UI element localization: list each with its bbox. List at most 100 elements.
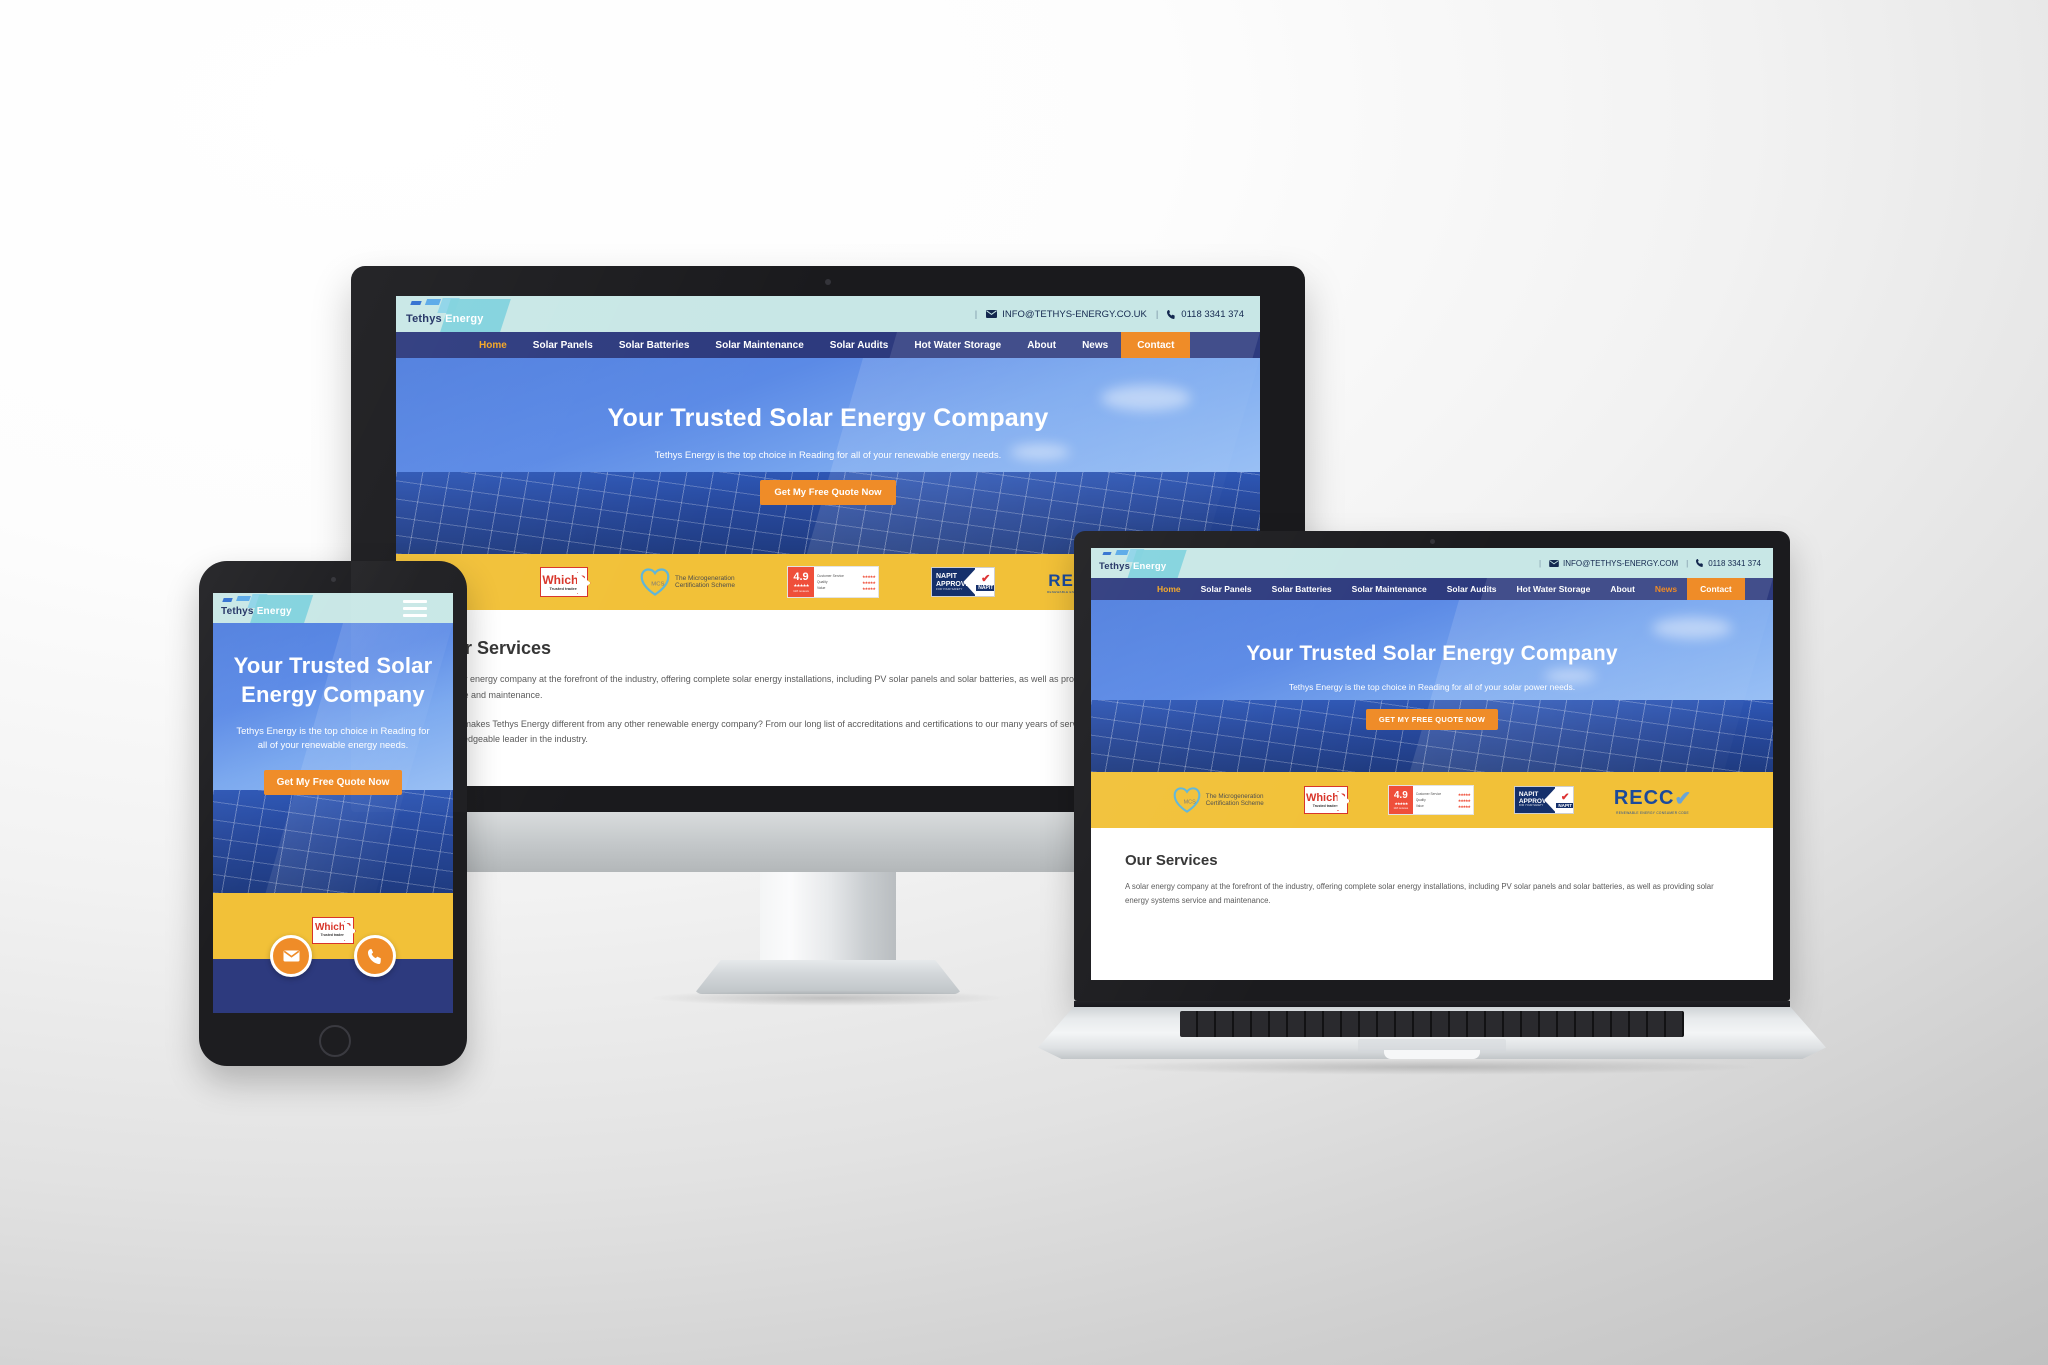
nav-item-news[interactable]: News — [1645, 578, 1687, 600]
envelope-icon — [986, 310, 998, 318]
mcs-heart-icon: MCS — [640, 568, 670, 596]
logo-wordmark: Tethys Energy — [221, 606, 292, 617]
which-wordmark: Which? — [314, 922, 352, 933]
mobile-screen: Tethys Energy Your Trusted Solar Energy … — [213, 593, 453, 1013]
desktop-top-contact-bar: Tethys Energy | INFO@TETHYS-ENERGY.CO.UK… — [396, 296, 1260, 341]
envelope-icon — [283, 950, 299, 962]
hero-title: Your Trusted Solar Energy Company — [1246, 642, 1618, 665]
laptop-phone-link[interactable]: 0118 3341 374 — [1696, 559, 1761, 568]
home-button-icon[interactable] — [319, 1025, 351, 1057]
nav-item-solar-maintenance[interactable]: Solar Maintenance — [1342, 578, 1437, 600]
mobile-hero: Your Trusted Solar Energy Company Tethys… — [213, 623, 453, 893]
nav-item-hot-water-storage[interactable]: Hot Water Storage — [1507, 578, 1601, 600]
services-paragraph-1: A solar energy company at the forefront … — [1125, 882, 1714, 906]
nav-item-about[interactable]: About — [1600, 578, 1645, 600]
laptop-email-link[interactable]: INFO@TETHYS-ENERGY.COM — [1549, 559, 1678, 568]
review-row: Customer Service ★★★★★ — [816, 573, 876, 579]
napit-approved-text: NAPIT APPROVED FOR YOUR SAFETY — [1514, 787, 1556, 813]
monitor-stand-base — [694, 960, 962, 994]
napit-tick-icon: ✔ — [1561, 791, 1570, 803]
phone-icon — [1167, 309, 1175, 319]
mcs-text: The Microgeneration Certification Scheme — [675, 574, 735, 589]
which-subtext: Trusted traders — [549, 585, 579, 591]
nav-item-contact[interactable]: Contact — [1687, 578, 1745, 600]
nav-item-solar-batteries[interactable]: Solar Batteries — [606, 332, 703, 358]
review-score-value: 4.9 — [793, 570, 809, 583]
logo-shard-small-icon — [1102, 552, 1112, 555]
svg-text:MCS: MCS — [651, 582, 664, 588]
desktop-email-link[interactable]: INFO@TETHYS-ENERGY.CO.UK — [986, 309, 1147, 320]
mcs-badge: MCS The Microgeneration Certification Sc… — [1173, 787, 1264, 813]
nav-item-home[interactable]: Home — [1147, 578, 1191, 600]
mcs-text: The Microgeneration Certification Scheme — [1205, 792, 1264, 807]
review-count: 118 reviews — [793, 588, 809, 593]
napit-tick-icon: ✔ — [981, 572, 991, 585]
nav-item-news[interactable]: News — [1069, 332, 1121, 358]
hero-title: Your Trusted Solar Energy Company — [607, 404, 1049, 432]
recc-subtext: RENEWABLE ENERGY CONSUMER CODE — [1616, 810, 1689, 815]
hero-subtitle: Tethys Energy is the top choice in Readi… — [654, 450, 1002, 461]
laptop-shadow — [1098, 1059, 1766, 1075]
hero-quote-button[interactable]: GET MY FREE QUOTE NOW — [1365, 709, 1499, 730]
hero-subtitle: Tethys Energy is the top choice in Readi… — [236, 726, 430, 752]
review-row: Customer Service ★★★★★ — [1415, 792, 1471, 797]
review-score-panel: 4.9 ★★★★★ 118 reviews — [787, 567, 814, 597]
laptop-phone-text: 0118 3341 374 — [1708, 558, 1761, 568]
desktop-navigation: Home Solar Panels Solar Batteries Solar … — [396, 332, 1260, 358]
email-fab-button[interactable] — [270, 935, 312, 977]
laptop-email-text: INFO@TETHYS-ENERGY.COM — [1563, 558, 1679, 568]
desktop-phone-link[interactable]: 0118 3341 374 — [1167, 309, 1244, 320]
webcam-icon — [825, 279, 831, 285]
nav-item-home[interactable]: Home — [466, 332, 520, 358]
nav-item-about[interactable]: About — [1014, 332, 1069, 358]
nav-item-solar-panels[interactable]: Solar Panels — [1191, 578, 1262, 600]
desktop-hero-content: Your Trusted Solar Energy Company Tethys… — [396, 358, 1260, 505]
review-score-badge: 4.9 ★★★★★ 118 reviews Customer Service ★★… — [1387, 785, 1474, 815]
mcs-badge: MCS The Microgeneration Certification Sc… — [640, 568, 735, 596]
logo-wordmark: Tethys Energy — [406, 313, 484, 325]
laptop-lid: Tethys Energy | INFO@TETHYS-ENERGY.COM | — [1074, 531, 1790, 1001]
nav-item-solar-maintenance[interactable]: Solar Maintenance — [702, 332, 816, 358]
which-wordmark: Which? — [1305, 791, 1346, 804]
hero-quote-button[interactable]: Get My Free Quote Now — [263, 769, 403, 795]
review-breakdown: Customer Service ★★★★★ Quality ★★★★★ Value… — [1413, 786, 1473, 814]
nav-item-solar-audits[interactable]: Solar Audits — [1437, 578, 1507, 600]
nav-item-solar-batteries[interactable]: Solar Batteries — [1262, 578, 1342, 600]
which-trusted-trader-badge: Which? Trusted traders — [1303, 786, 1348, 814]
services-heading: Our Services — [1125, 852, 1218, 869]
napit-approved-badge: NAPIT APPROVED FOR YOUR SAFETY ✔ NAPIT — [1513, 786, 1574, 814]
logo-shard-mid-icon — [236, 596, 251, 601]
nav-item-solar-audits[interactable]: Solar Audits — [817, 332, 902, 358]
napit-mark: ✔ NAPIT — [1555, 787, 1573, 813]
laptop-top-contact-bar: Tethys Energy | INFO@TETHYS-ENERGY.COM | — [1091, 548, 1773, 585]
laptop-hero-content: Your Trusted Solar Energy Company Tethys… — [1091, 600, 1773, 730]
mobile-website: Tethys Energy Your Trusted Solar Energy … — [213, 593, 453, 1013]
desktop-contact-info: | INFO@TETHYS-ENERGY.CO.UK | 0118 3341 3… — [975, 309, 1244, 320]
laptop-logo[interactable]: Tethys Energy — [1091, 548, 1187, 585]
review-row: Value ★★★★★ — [816, 585, 876, 591]
recc-tick-icon: ✔ — [1674, 787, 1692, 810]
burger-line — [403, 606, 427, 610]
hero-subtitle: Tethys Energy is the top choice in Readi… — [1288, 682, 1576, 692]
laptop-screen: Tethys Energy | INFO@TETHYS-ENERGY.COM | — [1091, 548, 1773, 980]
mobile-hero-content: Your Trusted Solar Energy Company Tethys… — [213, 623, 453, 795]
review-score-value: 4.9 — [1393, 789, 1408, 801]
recc-wordmark: RECC ✔ — [1613, 787, 1692, 810]
laptop-accreditation-strip: MCS The Microgeneration Certification Sc… — [1091, 772, 1773, 828]
hamburger-menu-icon[interactable] — [403, 599, 427, 617]
phone-fab-button[interactable] — [354, 935, 396, 977]
review-row: Quality ★★★★★ — [816, 579, 876, 585]
nav-item-contact[interactable]: Contact — [1121, 332, 1191, 358]
nav-item-solar-panels[interactable]: Solar Panels — [520, 332, 606, 358]
logo-word-energy: Energy — [1132, 561, 1167, 572]
desktop-logo[interactable]: Tethys Energy — [396, 296, 511, 341]
webcam-icon — [1429, 539, 1435, 544]
review-score-badge: 4.9 ★★★★★ 118 reviews Customer Service ★★… — [786, 566, 879, 598]
nav-item-hot-water-storage[interactable]: Hot Water Storage — [901, 332, 1014, 358]
laptop-mockup: Tethys Energy | INFO@TETHYS-ENERGY.COM | — [1038, 531, 1826, 1086]
recc-badge: RECC ✔ RENEWABLE ENERGY CONSUMER CODE — [1614, 786, 1691, 815]
logo-word-energy: Energy — [445, 313, 484, 325]
mcs-heart-icon: MCS — [1173, 787, 1201, 813]
mobile-logo[interactable]: Tethys Energy — [213, 593, 314, 633]
hero-quote-button[interactable]: Get My Free Quote Now — [760, 480, 896, 505]
